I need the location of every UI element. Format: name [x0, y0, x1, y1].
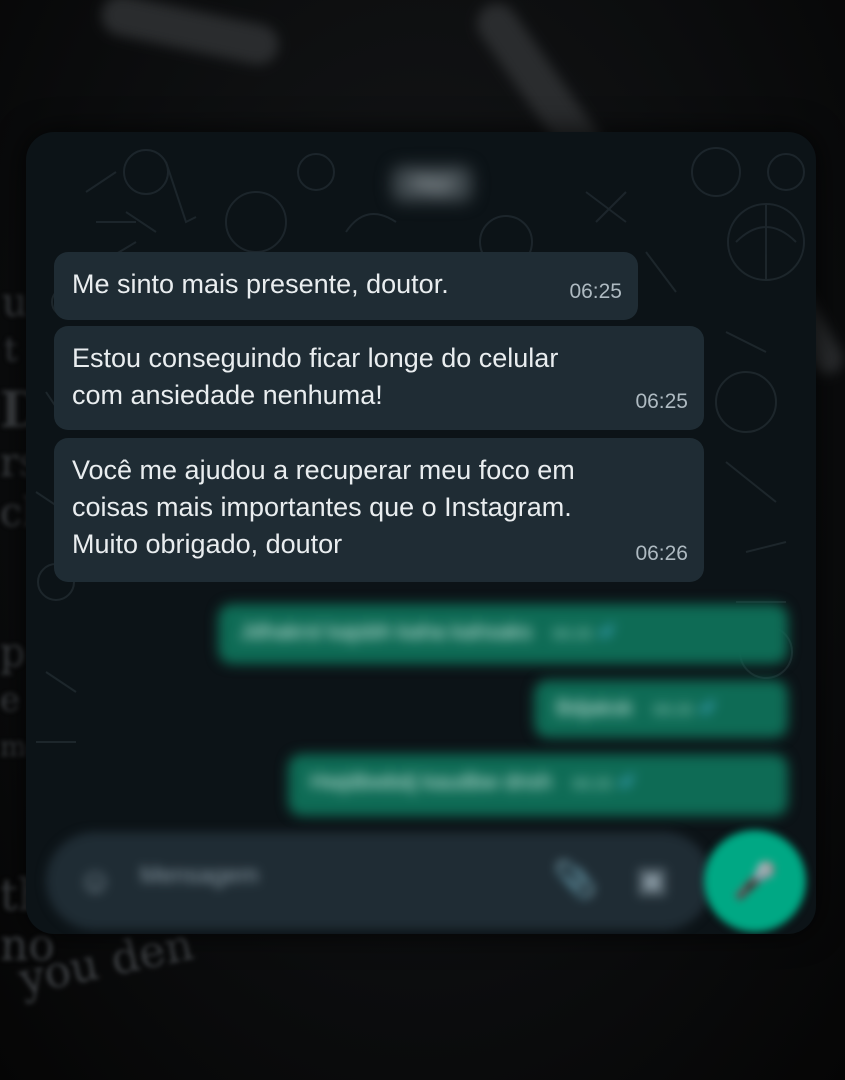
- outgoing-message[interactable]: Hwjdbwbdj kaudbw dnsh 06:26 ✔: [288, 754, 788, 816]
- background-text: p: [0, 630, 26, 676]
- camera-icon[interactable]: ▣: [636, 860, 668, 900]
- background-text: t: [4, 330, 18, 370]
- message-text: Bdjaksk: [556, 695, 634, 720]
- background-object: [97, 0, 283, 69]
- message-time: 06:25: [635, 390, 688, 413]
- read-receipt-icon: ✔: [699, 695, 718, 720]
- message-text: Você me ajudou a recuperar meu foco em: [72, 455, 575, 485]
- message-time: 06:26: [653, 702, 694, 719]
- incoming-message[interactable]: Me sinto mais presente, doutor. 06:25: [54, 252, 638, 320]
- mic-button[interactable]: 🎤: [704, 830, 806, 932]
- message-time: 06:26: [635, 542, 688, 565]
- background-text: e: [0, 680, 21, 720]
- incoming-message[interactable]: Estou conseguindo ficar longe do celular…: [54, 326, 704, 430]
- emoji-icon[interactable]: ☺: [78, 862, 113, 901]
- message-time: 06:26: [572, 776, 613, 793]
- message-text: Estou conseguindo ficar longe do celular: [72, 343, 559, 373]
- contact-name[interactable]: Heyl: [392, 166, 472, 202]
- read-receipt-icon: ✔: [618, 769, 637, 794]
- mic-icon: 🎤: [732, 860, 778, 901]
- read-receipt-icon: ✔: [598, 619, 617, 644]
- message-input[interactable]: Mensagem: [140, 862, 259, 890]
- outgoing-message[interactable]: Bdjaksk 06:26 ✔: [534, 680, 788, 738]
- outgoing-message[interactable]: Jdhakrsl kajsbh kaha kahsaks 06:26 ✔: [218, 604, 788, 664]
- incoming-message[interactable]: Você me ajudou a recuperar meu foco em c…: [54, 438, 704, 582]
- message-composer[interactable]: ☺ Mensagem 📎 ▣: [46, 832, 712, 930]
- message-text: Jdhakrsl kajsbh kaha kahsaks: [240, 619, 533, 644]
- attach-icon[interactable]: 📎: [554, 860, 596, 900]
- message-text: Me sinto mais presente, doutor.: [72, 269, 449, 299]
- message-text: Hwjdbwbdj kaudbw dnsh: [310, 769, 553, 794]
- chat-screenshot: Heyl Me sinto mais presente, doutor. 06:…: [26, 132, 816, 934]
- message-time: 06:25: [569, 280, 622, 303]
- photo-stage: u t D rs ch p e me th no you den Heyl Me…: [0, 0, 845, 1080]
- message-text: com ansiedade nenhuma!: [72, 380, 383, 410]
- message-text: coisas mais importantes que o Instagram.: [72, 492, 572, 522]
- message-time: 06:26: [552, 626, 593, 643]
- message-text: Muito obrigado, doutor: [72, 529, 343, 559]
- background-text: u: [2, 280, 28, 326]
